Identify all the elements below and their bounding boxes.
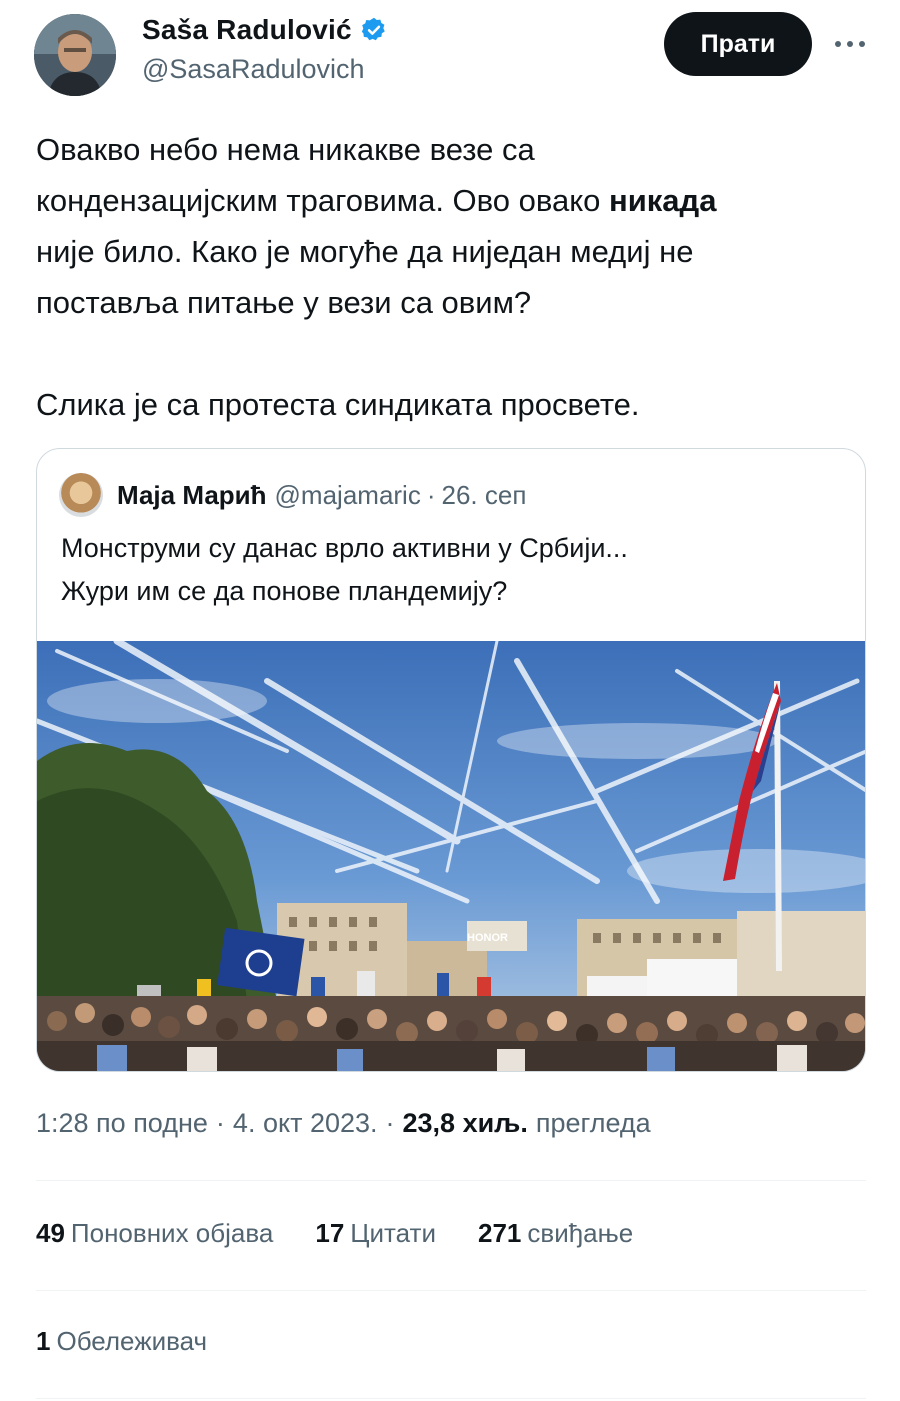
likes-stat[interactable]: 271 свиђање: [478, 1218, 633, 1249]
author-name[interactable]: Saša Radulović: [142, 14, 352, 46]
follow-button[interactable]: Прати: [664, 12, 812, 76]
tweet-time[interactable]: 1:28 по подне: [36, 1108, 208, 1139]
quoted-tweet[interactable]: Маја Марић @majamaric · 26. сеп Монструм…: [36, 448, 866, 1072]
tweet-line: Овакво небо нема никакве везе са: [36, 132, 535, 167]
quotes-stat[interactable]: 17 Цитати: [315, 1218, 436, 1249]
quoted-author-name: Маја Марић: [117, 479, 267, 510]
author-info: Saša Radulović @SasaRadulovich: [142, 14, 388, 85]
quoted-tweet-line: Жури им се да понове пландемију?: [61, 576, 508, 606]
quoted-tweet-line: Монструми су данас врло активни у Србији…: [61, 533, 628, 563]
divider: [36, 1290, 866, 1291]
tweet-text-segment: кондензацијским траговима. Ово овако: [36, 183, 610, 218]
bookmarks-count: 1: [36, 1326, 51, 1356]
views-label: прегледа: [535, 1108, 651, 1138]
reposts-label: Поновних објава: [70, 1218, 274, 1248]
protest-photo[interactable]: HONOR: [37, 641, 866, 1072]
engagement-stats: 49 Поновних објава 17 Цитати 271 свиђање: [36, 1218, 675, 1249]
reposts-stat[interactable]: 49 Поновних објава: [36, 1218, 273, 1249]
likes-count: 271: [478, 1218, 522, 1248]
quoted-author-handle: @majamaric: [274, 479, 421, 510]
quotes-count: 17: [315, 1218, 345, 1248]
reposts-count: 49: [36, 1218, 65, 1248]
likes-label: свиђање: [527, 1218, 634, 1248]
tweet-text: Овакво небо нема никакве везе са конденз…: [36, 124, 866, 430]
more-options-icon[interactable]: [828, 26, 872, 62]
tweet-line: кондензацијским траговима. Ово овако ник…: [36, 175, 866, 226]
separator-dot: ·: [426, 479, 436, 510]
divider: [36, 1180, 866, 1181]
separator-dot: ·: [215, 1108, 225, 1138]
views-count: 23,8 хиљ.: [402, 1108, 528, 1138]
tweet-line: поставља питање у вези са овим?: [36, 285, 532, 320]
bookmarks-stat[interactable]: 1 Обележивач: [36, 1326, 207, 1357]
tweet-line: није било. Како је могуће да ниједан мед…: [36, 234, 694, 269]
bookmarks-label: Обележивач: [56, 1326, 208, 1356]
tweet-text-bold: никада: [609, 183, 717, 218]
quoted-tweet-text: Монструми су данас врло активни у Србији…: [61, 527, 841, 613]
author-handle[interactable]: @SasaRadulovich: [142, 54, 388, 85]
verified-badge-icon: [361, 17, 385, 41]
separator-dot: ·: [385, 1108, 395, 1138]
tweet-metadata: 1:28 по подне · 4. окт 2023. · 23,8 хиљ.…: [36, 1108, 651, 1139]
quoted-tweet-date: 26. сеп: [441, 479, 527, 510]
tweet-header: Saša Radulović @SasaRadulovich Прати: [0, 0, 900, 110]
quoted-author-avatar: [59, 473, 103, 517]
building-sign: HONOR: [467, 932, 508, 944]
quotes-label: Цитати: [350, 1218, 436, 1248]
quoted-tweet-header: Маја Марић @majamaric · 26. сеп: [59, 473, 526, 517]
tweet-date[interactable]: 4. окт 2023.: [233, 1108, 378, 1139]
tweet-line: Слика је са протеста синдиката просвете.: [36, 387, 640, 422]
divider: [36, 1398, 866, 1399]
author-avatar[interactable]: [34, 14, 116, 96]
